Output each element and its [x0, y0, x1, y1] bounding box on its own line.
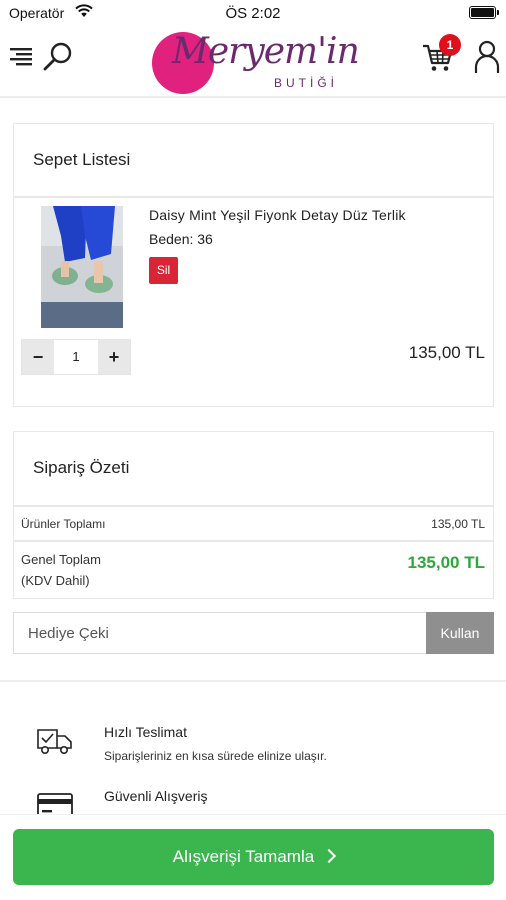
products-total-label: Ürünler Toplamı: [21, 517, 106, 531]
products-total-row: Ürünler Toplamı 135,00 TL: [14, 507, 493, 542]
product-price: 135,00 TL: [408, 343, 485, 362]
product-photo: [41, 206, 123, 328]
info-title: Güvenli Alışveriş: [104, 788, 208, 804]
menu-icon[interactable]: [10, 46, 34, 68]
logo-script: Meryem'in: [172, 31, 360, 72]
search-icon[interactable]: [42, 41, 74, 73]
quantity-value[interactable]: 1: [54, 340, 98, 374]
status-bar: Operatör ÖS 2:02: [0, 0, 506, 26]
user-icon[interactable]: [474, 40, 500, 74]
battery-icon: [469, 6, 499, 19]
grand-total-value: 135,00 TL: [407, 553, 486, 572]
info-fast-delivery: Hızlı Teslimat Siparişleriniz en kısa sü…: [0, 716, 506, 776]
checkout-button[interactable]: Alışverişi Tamamla: [13, 829, 494, 885]
product-size: Beden: 36: [149, 231, 213, 247]
chevron-right-icon: [322, 848, 337, 864]
checkout-bar: Alışverişi Tamamla: [0, 814, 506, 900]
app-header: Meryem'in BUTİĞİ 1: [0, 26, 506, 98]
section-divider: [0, 680, 506, 682]
grand-total-label: Genel Toplam: [21, 552, 101, 567]
decrement-button[interactable]: −: [22, 340, 54, 374]
quantity-stepper: − 1 +: [21, 339, 131, 375]
apply-coupon-button[interactable]: Kullan: [426, 612, 494, 654]
checkout-label: Alışverişi Tamamla: [172, 847, 315, 866]
info-text: Siparişleriniz en kısa sürede elinize ul…: [104, 749, 327, 763]
clock: ÖS 2:02: [225, 5, 281, 22]
order-summary-card: Sipariş Özeti Ürünler Toplamı 135,00 TL …: [13, 431, 494, 599]
gift-coupon-form: Kullan: [13, 612, 494, 654]
product-name[interactable]: Daisy Mint Yeşil Fiyonk Detay Düz Terlik: [149, 207, 406, 223]
cart-count-badge: 1: [439, 34, 461, 56]
cart-list-title: Sepet Listesi: [14, 124, 493, 198]
product-image[interactable]: [41, 206, 123, 328]
info-title: Hızlı Teslimat: [104, 724, 187, 740]
brand-logo[interactable]: Meryem'in BUTİĞİ: [150, 29, 360, 95]
gift-coupon-input[interactable]: [13, 612, 427, 654]
grand-total-note: (KDV Dahil): [21, 573, 90, 588]
cart-list-card: Sepet Listesi Daisy Mint Yeşil Fiyonk De…: [13, 123, 494, 407]
products-total-value: 135,00 TL: [431, 517, 485, 531]
logo-subtitle: BUTİĞİ: [274, 76, 339, 90]
order-summary-title: Sipariş Özeti: [14, 432, 493, 507]
grand-total-row: Genel Toplam (KDV Dahil) 135,00 TL: [14, 542, 493, 599]
increment-button[interactable]: +: [98, 340, 130, 374]
delivery-icon: [37, 729, 72, 754]
delete-item-button[interactable]: Sil: [149, 257, 178, 284]
